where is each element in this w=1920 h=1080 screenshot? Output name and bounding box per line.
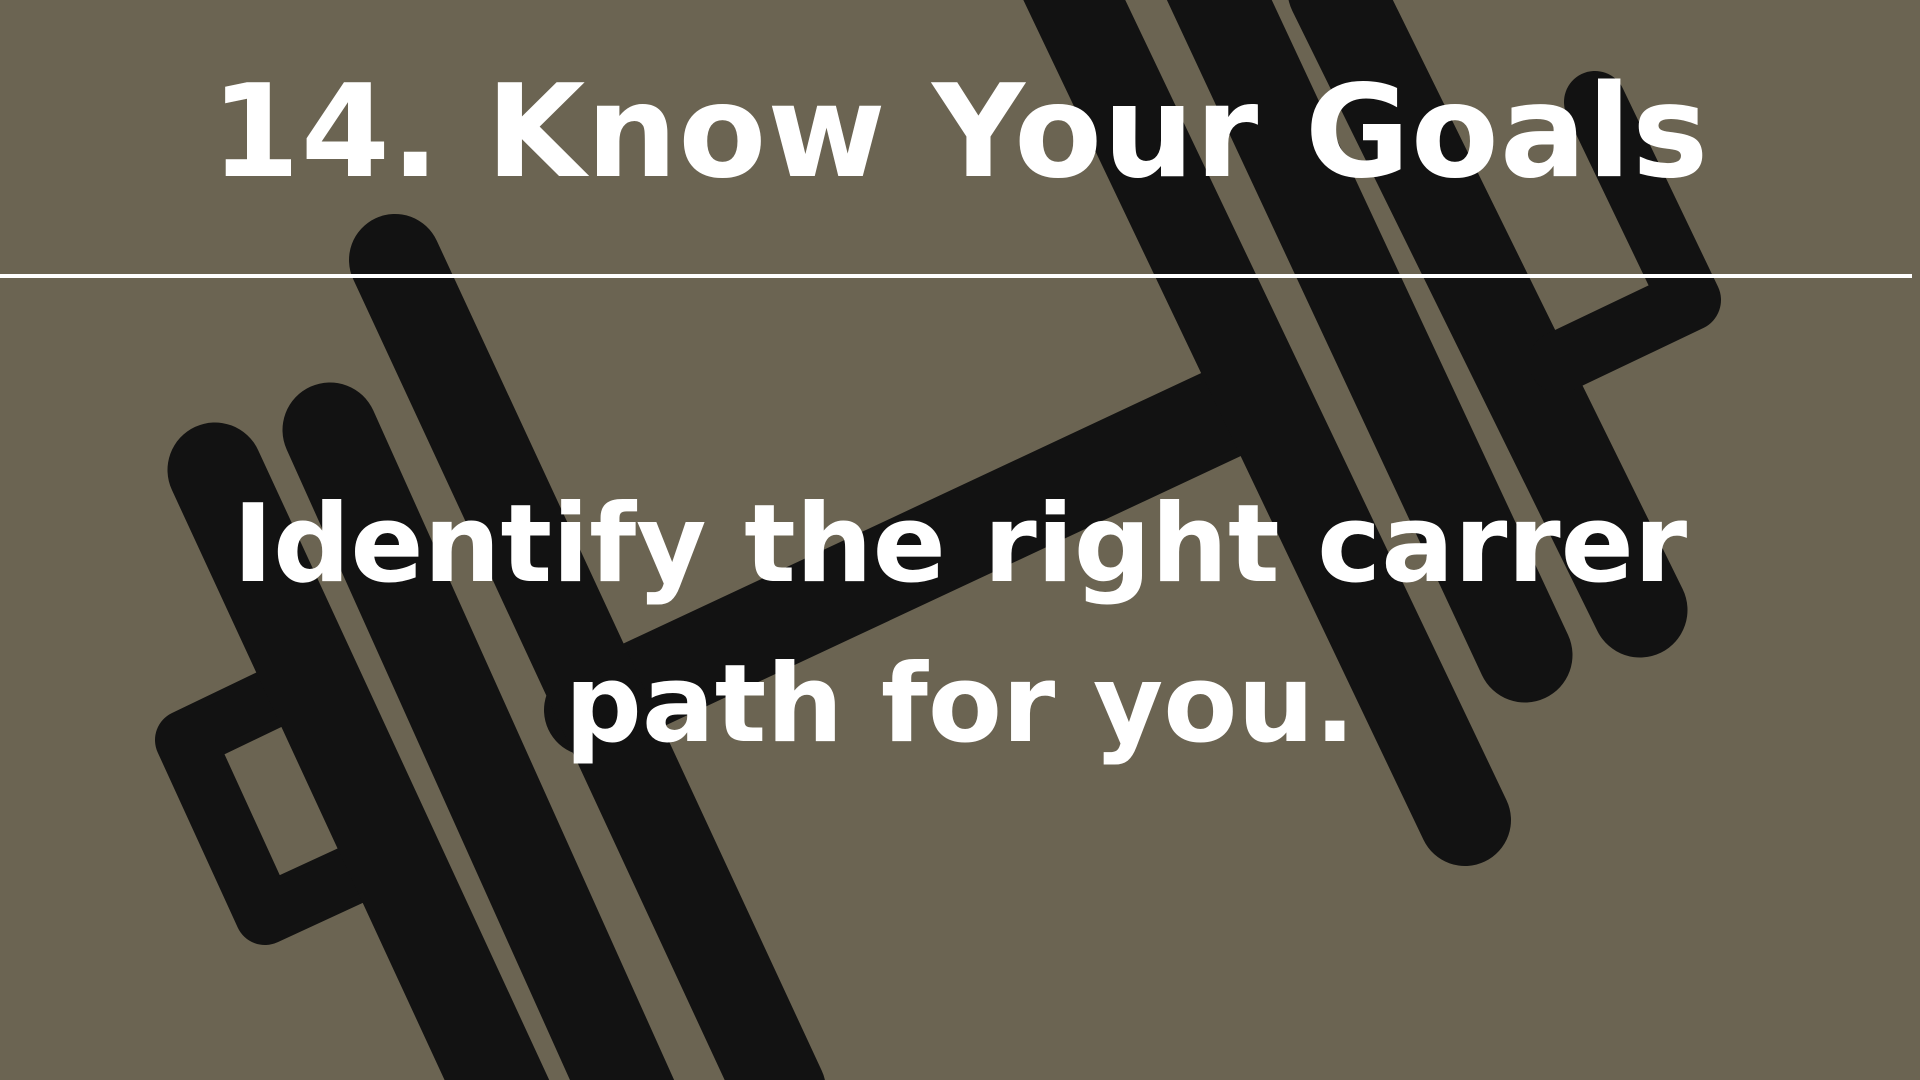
slide: 14. Know Your Goals Identify the right c… — [0, 0, 1920, 1080]
slide-title: 14. Know Your Goals — [210, 58, 1710, 207]
slide-body-line-1: Identify the right carrer — [232, 482, 1688, 607]
slide-body: Identify the right carrer path for you. — [0, 465, 1920, 785]
title-divider — [0, 274, 1912, 278]
slide-body-line-2: path for you. — [564, 642, 1356, 767]
